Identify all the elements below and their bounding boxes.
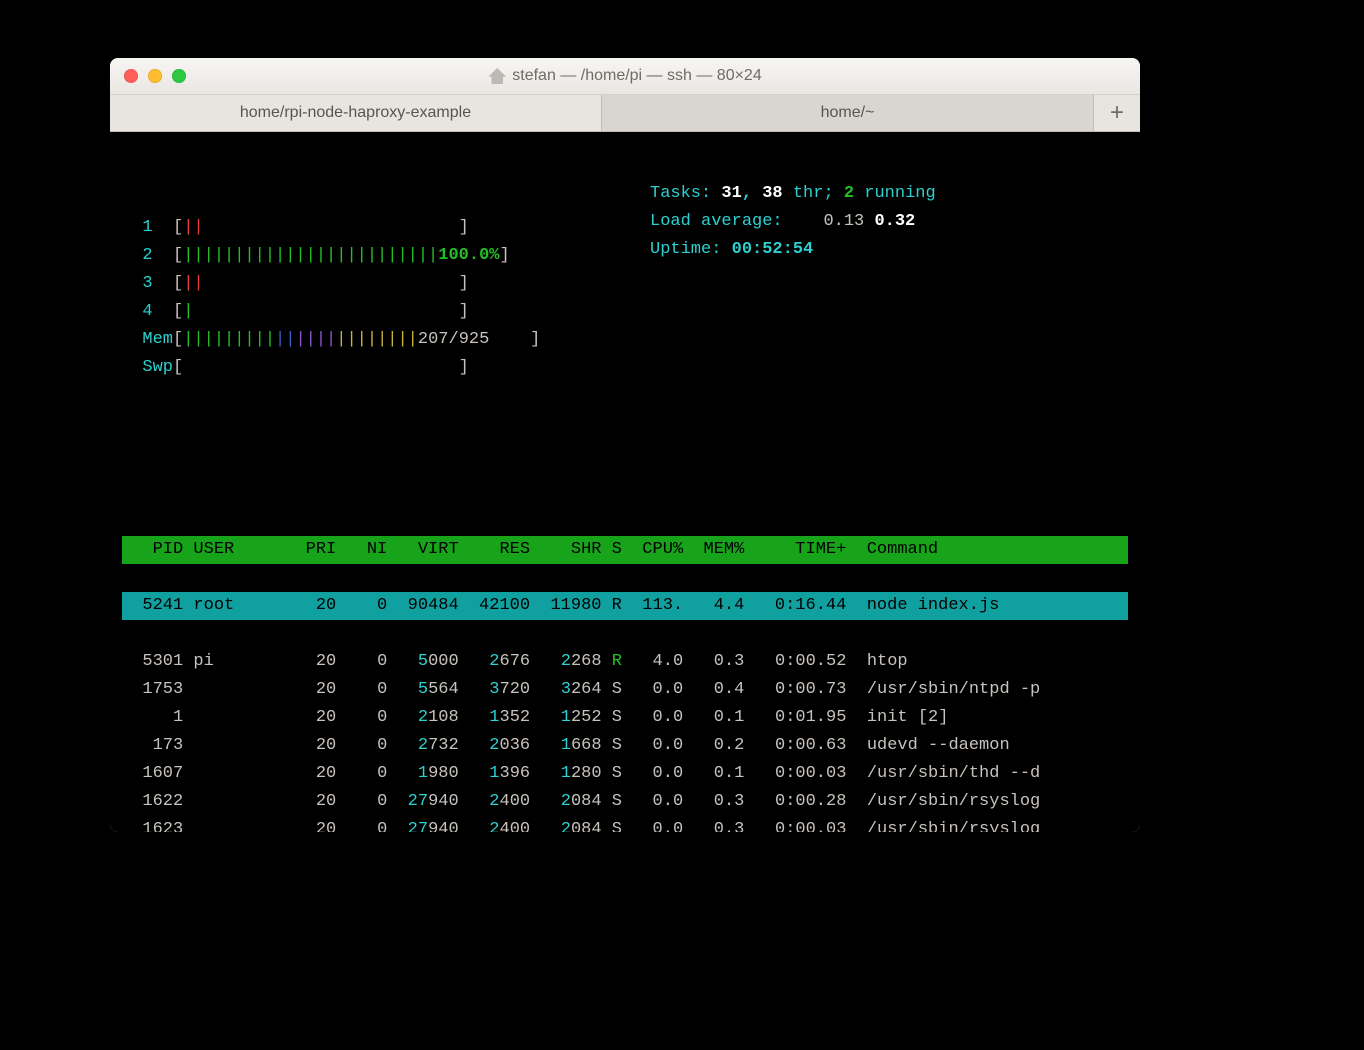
window-controls [110, 69, 186, 83]
terminal-body[interactable]: 1 [|| ] 2 [|||||||||||||||||||||||||100.… [110, 132, 1140, 832]
right-meters: Tasks: 31, 38 thr; 2 running Load averag… [650, 152, 936, 264]
tab-bar: home/rpi-node-haproxy-example home/~ + [110, 95, 1140, 132]
minimize-icon[interactable] [148, 69, 162, 83]
process-row[interactable]: 1753 20 0 5564 3720 3264 S 0.0 0.4 0:00.… [122, 676, 1128, 704]
tab-0[interactable]: home/rpi-node-haproxy-example [110, 95, 602, 131]
selected-row[interactable]: 5241 root 20 0 90484 42100 11980 R 113. … [122, 592, 1128, 620]
column-header: PID USER PRI NI VIRT RES SHR S CPU% MEM%… [122, 536, 1128, 564]
title-bar: stefan — /home/pi — ssh — 80×24 [110, 58, 1140, 95]
home-icon [488, 68, 506, 84]
process-list[interactable]: 5301 pi 20 0 5000 2676 2268 R 4.0 0.3 0:… [122, 648, 1128, 832]
tab-1-label: home/~ [821, 104, 875, 122]
plus-icon: + [1110, 99, 1124, 127]
tab-0-label: home/rpi-node-haproxy-example [240, 104, 471, 122]
process-row[interactable]: 5301 pi 20 0 5000 2676 2268 R 4.0 0.3 0:… [122, 648, 1128, 676]
window-title-text: stefan — /home/pi — ssh — 80×24 [512, 67, 761, 85]
new-tab-button[interactable]: + [1094, 95, 1140, 131]
process-row[interactable]: 173 20 0 2732 2036 1668 S 0.0 0.2 0:00.6… [122, 732, 1128, 760]
tab-1[interactable]: home/~ [602, 95, 1094, 131]
terminal-window: stefan — /home/pi — ssh — 80×24 home/rpi… [110, 58, 1140, 832]
cpu-meters: 1 [|| ] 2 [|||||||||||||||||||||||||100.… [122, 186, 1128, 382]
window-title: stefan — /home/pi — ssh — 80×24 [488, 67, 761, 85]
process-row[interactable]: 1623 20 0 27940 2400 2084 S 0.0 0.3 0:00… [122, 816, 1128, 832]
process-row[interactable]: 1 20 0 2108 1352 1252 S 0.0 0.1 0:01.95 … [122, 704, 1128, 732]
process-row[interactable]: 1622 20 0 27940 2400 2084 S 0.0 0.3 0:00… [122, 788, 1128, 816]
zoom-icon[interactable] [172, 69, 186, 83]
close-icon[interactable] [124, 69, 138, 83]
process-row[interactable]: 1607 20 0 1980 1396 1280 S 0.0 0.1 0:00.… [122, 760, 1128, 788]
